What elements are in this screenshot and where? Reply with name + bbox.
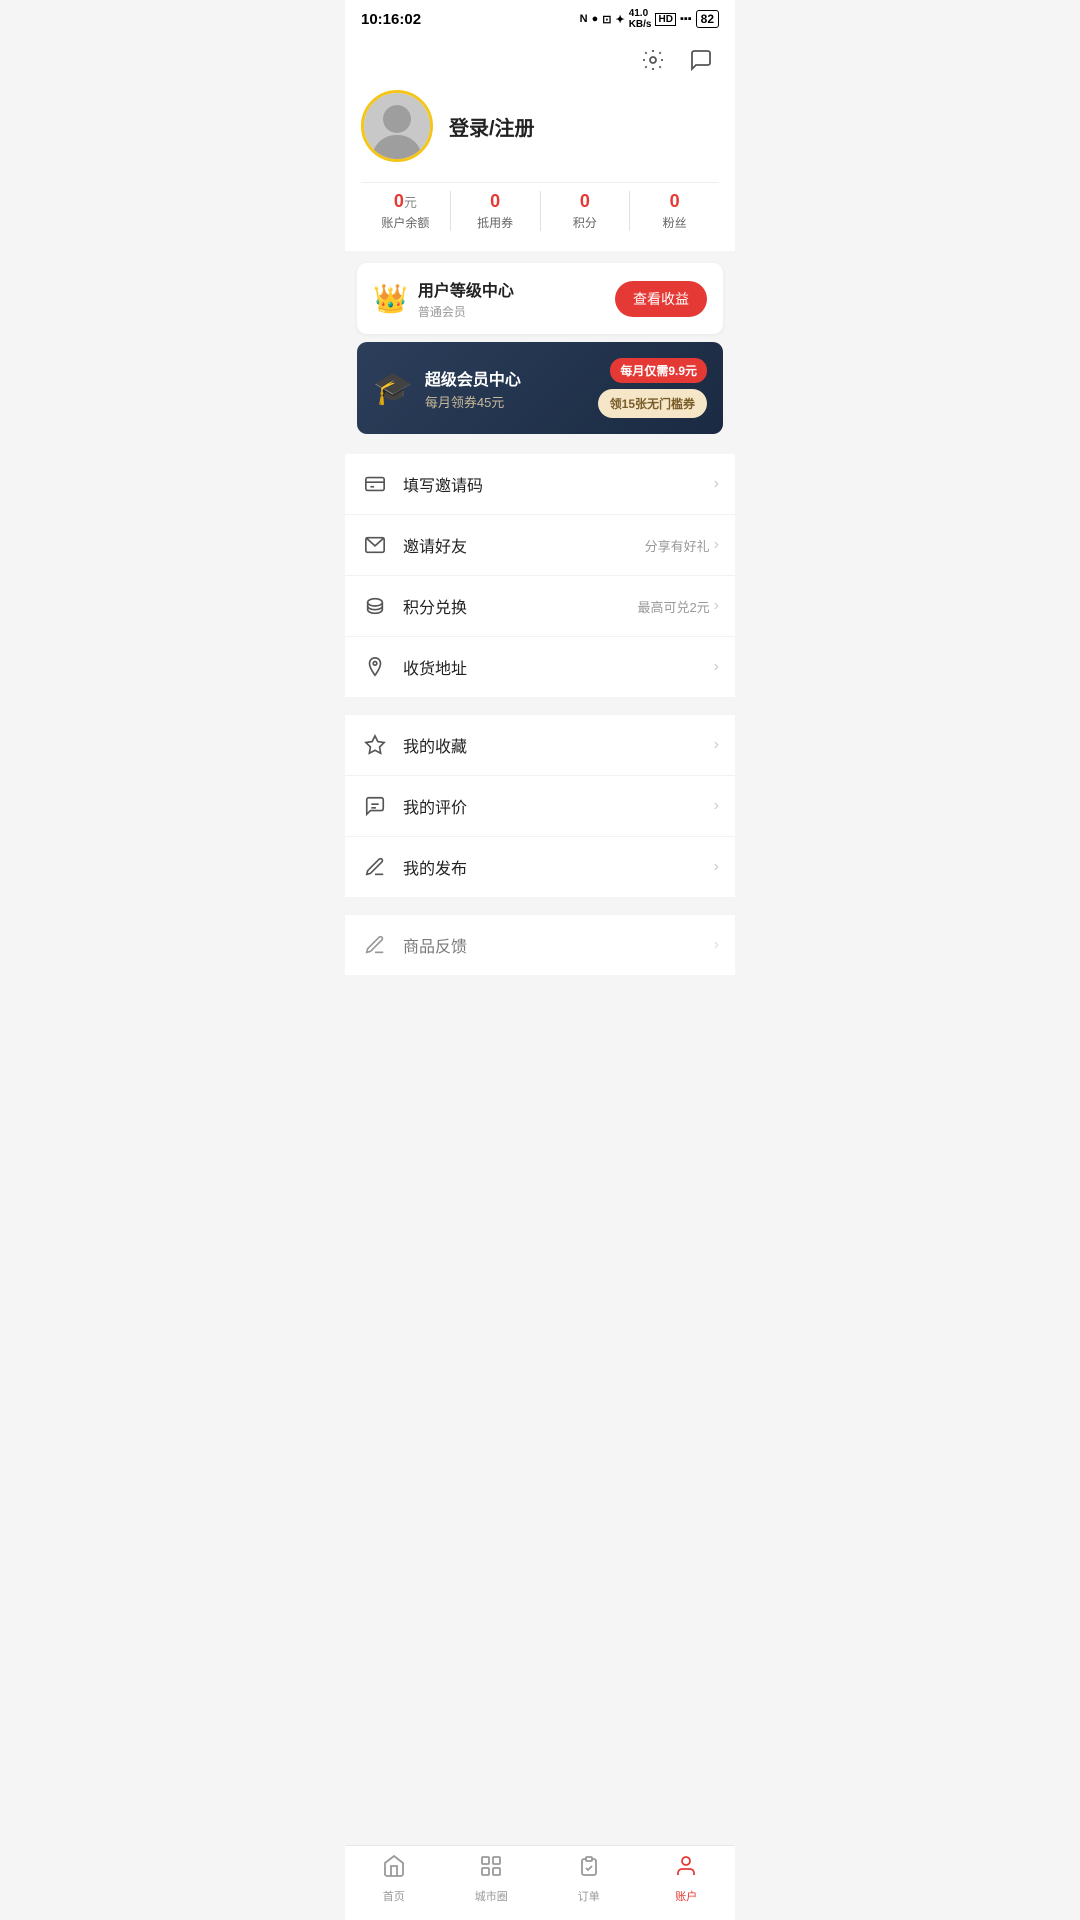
- login-register-text[interactable]: 登录/注册: [449, 112, 535, 141]
- feedback-icon: [361, 931, 389, 959]
- level-info: 用户等级中心 普通会员: [418, 277, 514, 320]
- vip-subtitle: 每月领券45元: [425, 392, 521, 411]
- my-posts-label: 我的发布: [403, 855, 714, 879]
- nav-orders[interactable]: 订单: [540, 1854, 638, 1904]
- favorites-arrow: ›: [714, 736, 719, 754]
- menu-group-2: 我的收藏 › 我的评价 › 我的发布 ›: [345, 715, 735, 897]
- address-arrow: ›: [714, 658, 719, 676]
- menu-item-reviews[interactable]: 我的评价 ›: [345, 776, 735, 837]
- stat-points[interactable]: 0 积分: [540, 191, 630, 231]
- fans-label: 粉丝: [663, 214, 687, 231]
- menu-item-points-exchange[interactable]: 积分兑换 最高可兑2元 ›: [345, 576, 735, 637]
- coupon-label: 抵用券: [477, 214, 513, 231]
- level-left: 👑 用户等级中心 普通会员: [373, 277, 514, 320]
- section-divider-1: [345, 697, 735, 707]
- address-icon: [361, 653, 389, 681]
- points-exchange-arrow: ›: [714, 597, 719, 615]
- balance-label: 账户余额: [381, 214, 429, 231]
- points-exchange-icon: [361, 592, 389, 620]
- menu-item-invite-code[interactable]: 填写邀请码 ›: [345, 454, 735, 515]
- earnings-button[interactable]: 查看收益: [615, 281, 707, 317]
- favorites-label: 我的收藏: [403, 733, 714, 757]
- city-label: 城市圈: [475, 1888, 508, 1904]
- reviews-icon: [361, 792, 389, 820]
- nav-account[interactable]: 账户: [638, 1854, 736, 1904]
- level-subtitle: 普通会员: [418, 303, 514, 320]
- message-button[interactable]: [683, 42, 719, 78]
- invite-friends-label: 邀请好友: [403, 533, 645, 557]
- header-icons: [361, 42, 719, 78]
- address-label: 收货地址: [403, 655, 714, 679]
- stat-fans[interactable]: 0 粉丝: [629, 191, 719, 231]
- fans-value: 0: [670, 191, 680, 212]
- vip-info: 超级会员中心 每月领券45元: [425, 366, 521, 411]
- invite-code-arrow: ›: [714, 475, 719, 493]
- vip-card[interactable]: 🎓 超级会员中心 每月领券45元 每月仅需9.9元 领15张无门槛券: [357, 342, 723, 434]
- nav-home[interactable]: 首页: [345, 1854, 443, 1904]
- account-label: 账户: [675, 1888, 697, 1904]
- level-title: 用户等级中心: [418, 277, 514, 301]
- header: 登录/注册 0元 账户余额 0 抵用券 0 积分 0 粉丝: [345, 34, 735, 251]
- stat-coupon[interactable]: 0 抵用券: [450, 191, 540, 231]
- menu-item-favorites[interactable]: 我的收藏 ›: [345, 715, 735, 776]
- settings-button[interactable]: [635, 42, 671, 78]
- section-divider-2: [345, 897, 735, 907]
- status-bar: 10:16:02 N ● ⊡ ✦ 41.0KB/s HD ▪▪▪ 82: [345, 0, 735, 34]
- invite-code-label: 填写邀请码: [403, 472, 714, 496]
- account-icon: [674, 1854, 698, 1885]
- my-posts-arrow: ›: [714, 858, 719, 876]
- cards-section: 👑 用户等级中心 普通会员 查看收益 🎓 超级会员中心 每月领券45元 每月仅需…: [345, 251, 735, 446]
- profile-row[interactable]: 登录/注册: [361, 90, 719, 162]
- points-label: 积分: [573, 214, 597, 231]
- invite-friends-arrow: ›: [714, 536, 719, 554]
- invite-friends-sub: 分享有好礼: [645, 536, 710, 555]
- vip-left: 🎓 超级会员中心 每月领券45元: [373, 366, 521, 411]
- feedback-label: 商品反馈: [403, 933, 714, 957]
- feedback-arrow: ›: [714, 936, 719, 954]
- menu-group-1: 填写邀请码 › 邀请好友 分享有好礼 › 积分兑换: [345, 454, 735, 697]
- status-icons: N ● ⊡ ✦ 41.0KB/s HD ▪▪▪ 82: [580, 8, 719, 30]
- menu-item-feedback[interactable]: 商品反馈 ›: [345, 915, 735, 975]
- reviews-label: 我的评价: [403, 794, 714, 818]
- points-exchange-label: 积分兑换: [403, 594, 637, 618]
- reviews-arrow: ›: [714, 797, 719, 815]
- menu-item-address[interactable]: 收货地址 ›: [345, 637, 735, 697]
- stats-row: 0元 账户余额 0 抵用券 0 积分 0 粉丝: [361, 182, 719, 235]
- favorites-icon: [361, 731, 389, 759]
- home-icon: [382, 1854, 406, 1885]
- price-badge: 每月仅需9.9元: [610, 358, 707, 383]
- stat-balance[interactable]: 0元 账户余额: [361, 191, 450, 231]
- crown-icon: 👑: [373, 282, 408, 315]
- coupon-value: 0: [490, 191, 500, 212]
- balance-value: 0元: [394, 191, 417, 212]
- vip-right: 每月仅需9.9元 领15张无门槛券: [598, 358, 707, 418]
- invite-code-icon: [361, 470, 389, 498]
- graduation-icon: 🎓: [373, 369, 413, 407]
- my-posts-icon: [361, 853, 389, 881]
- coupon-badge: 领15张无门槛券: [598, 389, 707, 418]
- level-card[interactable]: 👑 用户等级中心 普通会员 查看收益: [357, 263, 723, 334]
- status-time: 10:16:02: [361, 11, 421, 28]
- points-exchange-sub: 最高可兑2元: [637, 597, 709, 616]
- menu-item-invite-friends[interactable]: 邀请好友 分享有好礼 ›: [345, 515, 735, 576]
- nav-city[interactable]: 城市圈: [443, 1854, 541, 1904]
- menu-group-3: 商品反馈 ›: [345, 915, 735, 975]
- vip-title: 超级会员中心: [425, 366, 521, 390]
- orders-icon: [577, 1854, 601, 1885]
- avatar[interactable]: [361, 90, 433, 162]
- menu-item-my-posts[interactable]: 我的发布 ›: [345, 837, 735, 897]
- invite-friends-icon: [361, 531, 389, 559]
- city-icon: [479, 1854, 503, 1885]
- orders-label: 订单: [578, 1888, 600, 1904]
- points-value: 0: [580, 191, 590, 212]
- bottom-nav: 首页 城市圈 订单 账户: [345, 1845, 735, 1920]
- home-label: 首页: [383, 1888, 405, 1904]
